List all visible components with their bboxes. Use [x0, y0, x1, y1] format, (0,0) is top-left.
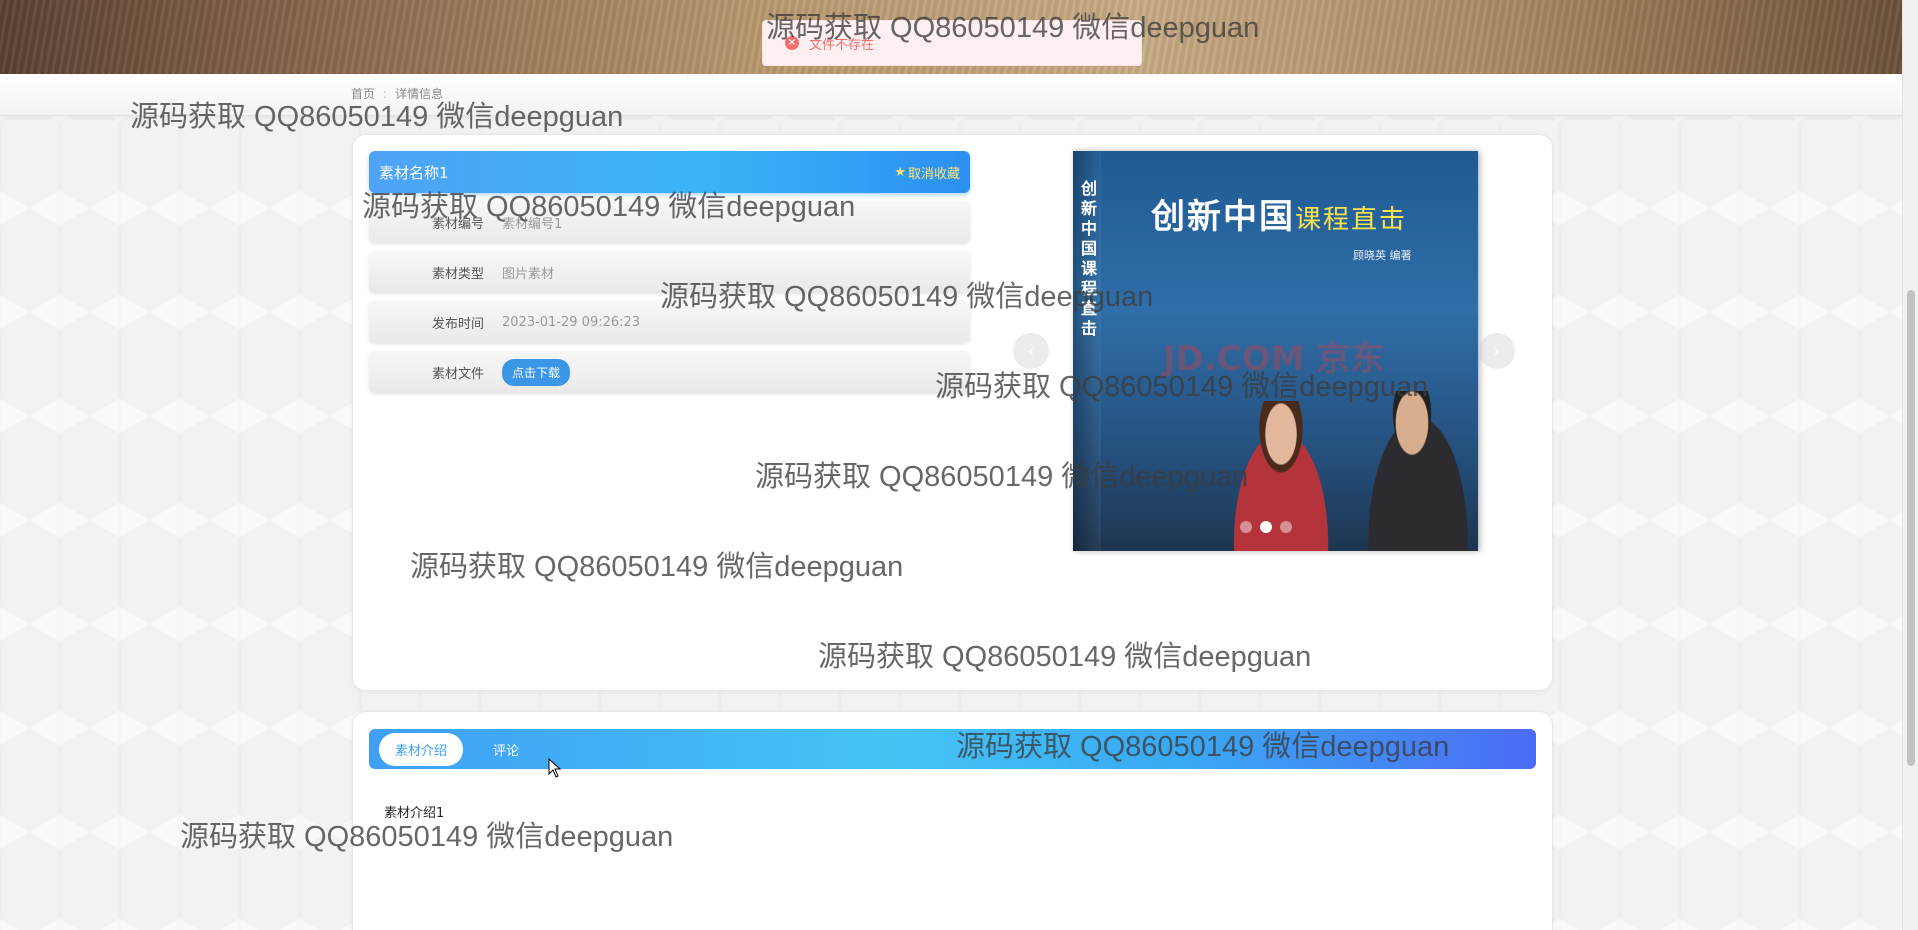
breadcrumb-current: 详情信息	[395, 87, 444, 101]
info-label: 素材类型	[431, 266, 484, 282]
book-title-sub: 课程直击	[1295, 205, 1408, 235]
carousel-slide-book-cover: 创新中国课程直击 创新中国课程直击 顾晓英 编著 JD.COM 京东	[1073, 151, 1478, 551]
vertical-scrollbar[interactable]	[1902, 0, 1918, 930]
book-title-main: 创新中国	[1151, 197, 1295, 237]
toast-message: 文件不存在	[809, 37, 875, 53]
info-label: 发布时间	[431, 316, 484, 332]
error-toast: × 文件不存在	[762, 20, 1142, 66]
jd-overlay-mark: JD.COM 京东	[1163, 339, 1385, 379]
info-label: 素材文件	[431, 366, 484, 382]
star-icon: ★	[894, 164, 906, 180]
carousel-dot[interactable]	[1280, 521, 1292, 533]
tab-introduction[interactable]: 素材介绍	[379, 732, 464, 766]
detail-card: 素材名称1 ★ 取消收藏 素材编号 素材编号1 素材类型 图片素材 发布时间 2…	[352, 134, 1553, 691]
material-title: 素材名称1	[379, 163, 449, 182]
image-carousel: 创新中国课程直击 创新中国课程直击 顾晓英 编著 JD.COM 京东 ‹ ›	[1013, 151, 1515, 551]
detail-title-bar: 素材名称1 ★ 取消收藏	[369, 151, 970, 193]
carousel-next-button[interactable]: ›	[1479, 333, 1515, 369]
tab-bar: 素材介绍 评论	[369, 729, 1536, 769]
info-value: 图片素材	[502, 266, 555, 282]
info-value: 2023-01-29 09:26:23	[502, 314, 641, 330]
introduction-content: 素材介绍1	[384, 806, 445, 821]
description-card: 素材介绍 评论 素材介绍1	[352, 711, 1553, 930]
book-photo-person-right	[1358, 391, 1478, 551]
book-author: 顾晓英 编著	[1353, 249, 1412, 262]
breadcrumb-separator: :	[383, 86, 388, 101]
error-circle-icon: ×	[785, 36, 799, 50]
unfavorite-label: 取消收藏	[907, 166, 960, 182]
download-button[interactable]: 点击下载	[502, 358, 571, 386]
info-row-file: 素材文件 点击下载	[369, 351, 970, 393]
breadcrumb: 首页 : 详情信息	[351, 85, 443, 102]
book-title: 创新中国课程直击	[1151, 189, 1407, 238]
info-value: 素材编号1	[502, 216, 563, 232]
info-row-type: 素材类型 图片素材	[369, 251, 970, 293]
info-row-date: 发布时间 2023-01-29 09:26:23	[369, 301, 970, 343]
breadcrumb-home[interactable]: 首页	[351, 85, 375, 102]
top-navbar	[0, 74, 1902, 116]
scrollbar-thumb[interactable]	[1907, 290, 1915, 766]
unfavorite-button[interactable]: ★ 取消收藏	[894, 163, 960, 182]
carousel-dot[interactable]	[1240, 521, 1252, 533]
carousel-indicators	[1240, 521, 1292, 533]
book-vertical-title: 创新中国课程直击	[1081, 179, 1098, 338]
info-row-number: 素材编号 素材编号1	[369, 201, 970, 243]
carousel-prev-button[interactable]: ‹	[1013, 333, 1049, 369]
info-label: 素材编号	[431, 216, 484, 232]
carousel-dot-active[interactable]	[1260, 521, 1272, 533]
tab-comments[interactable]: 评论	[477, 733, 535, 766]
